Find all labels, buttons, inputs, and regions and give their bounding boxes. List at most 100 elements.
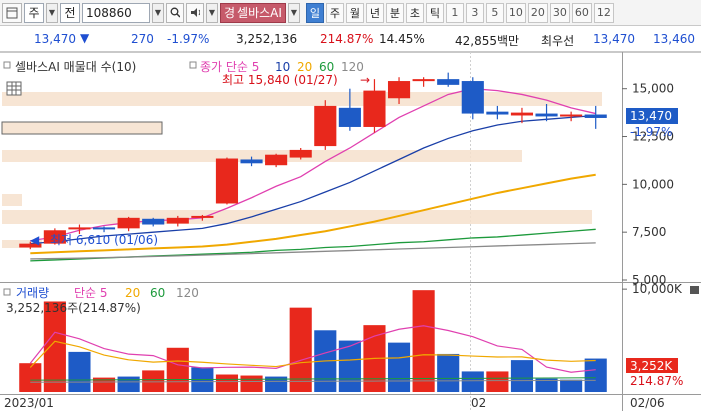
candle-body xyxy=(584,114,607,118)
volume-tick-label: 10,000K xyxy=(632,282,683,296)
window-icon[interactable] xyxy=(2,2,22,23)
price-change: 270 xyxy=(131,32,154,46)
volume-legend-ma120: 120 xyxy=(176,286,199,300)
volume-legend-ma5: 단순 5 xyxy=(74,286,108,300)
stock-code-input[interactable]: 108860 xyxy=(82,2,150,23)
search-icon[interactable] xyxy=(166,2,184,23)
volume-profile-band xyxy=(2,122,162,134)
type-select[interactable]: 전 xyxy=(60,2,80,23)
trade-amount: 42,855백만 xyxy=(455,34,520,48)
xaxis-label-start: 2023/01 xyxy=(4,396,54,410)
volume-bar xyxy=(437,353,460,392)
low-arrow-icon: ◀ xyxy=(30,233,40,247)
current-price-tag-text: 13,470 xyxy=(630,109,672,123)
legend-ma10: 10 xyxy=(275,60,290,74)
volume-bar xyxy=(560,379,583,392)
high-price-note: 최고 15,840 (01/27) xyxy=(222,73,338,87)
stock-name-caret-icon[interactable]: ▼ xyxy=(287,2,300,23)
period-tick[interactable]: 틱 xyxy=(425,2,444,23)
period-week[interactable]: 주 xyxy=(325,2,344,23)
candle-body xyxy=(166,217,189,224)
volume-bar xyxy=(142,370,165,392)
current-volume-pct-text: 214.87% xyxy=(630,374,683,388)
stock-chart[interactable]: 15,00012,50010,0007,5005,00010,000K 셀바스A… xyxy=(0,52,701,411)
high-arrow-icon: → xyxy=(360,73,370,87)
volume-bar xyxy=(461,371,484,392)
candle-body xyxy=(338,107,361,127)
volume-bar xyxy=(486,371,509,392)
period-minute[interactable]: 분 xyxy=(385,2,404,23)
market-select[interactable]: 주 xyxy=(24,2,44,23)
volume-panel-title: 거래량 xyxy=(16,286,49,300)
xaxis-label-end: 02/06 xyxy=(630,396,665,410)
candle-body xyxy=(240,159,263,164)
volume-ma-lines xyxy=(29,325,596,383)
volume-bar xyxy=(584,358,607,392)
price-change-pct: -1.97% xyxy=(167,32,210,46)
volume-profile-band xyxy=(2,92,602,106)
candle-body xyxy=(560,114,583,117)
market-caret-icon[interactable]: ▼ xyxy=(46,2,58,23)
volume-bar xyxy=(19,363,42,392)
interval-20[interactable]: 20 xyxy=(527,2,548,23)
candle-body xyxy=(265,154,288,166)
period-year[interactable]: 년 xyxy=(365,2,384,23)
candle-body xyxy=(117,217,140,229)
volume-ratio: 214.87% xyxy=(320,32,374,46)
stock-name-badge[interactable]: 경 셀바스AI xyxy=(220,2,286,23)
volume-profile-band xyxy=(2,194,22,206)
volume-legend-box-icon xyxy=(3,288,11,296)
candle-body xyxy=(510,112,534,116)
panel-maximize-icon[interactable] xyxy=(690,286,699,294)
speaker-caret-icon[interactable]: ▼ xyxy=(206,2,218,23)
candle-body xyxy=(461,81,484,114)
price-panel-title: 셀바스AI 매물대 수(10) xyxy=(15,60,136,74)
candle-body xyxy=(142,218,165,225)
volume-bar xyxy=(215,374,239,392)
low-price-note: 최저 6,610 (01/06) xyxy=(50,233,158,247)
candle-body xyxy=(412,79,435,82)
current-price: 13,470 xyxy=(34,32,76,46)
stock-name: 셀바스AI xyxy=(237,6,282,20)
volume-profile-band xyxy=(2,210,592,224)
interval-3[interactable]: 3 xyxy=(465,2,484,23)
candle-body xyxy=(535,113,558,117)
price-tick-label: 10,000 xyxy=(632,177,674,191)
current-pct-tag-text: -1.97% xyxy=(630,125,672,139)
period-month[interactable]: 월 xyxy=(345,2,364,23)
price-tick-label: 15,000 xyxy=(632,82,674,96)
interval-30[interactable]: 30 xyxy=(549,2,570,23)
candle-body xyxy=(289,149,312,158)
interval-60[interactable]: 60 xyxy=(571,2,592,23)
chart-settings-icon[interactable] xyxy=(6,81,22,96)
volume-bar xyxy=(43,301,66,392)
period-day[interactable]: 일 xyxy=(305,2,324,23)
price-tick-label: 7,500 xyxy=(632,225,666,239)
volume-ma5-line xyxy=(29,325,596,373)
candle-body xyxy=(314,105,337,147)
down-arrow-icon: ▼ xyxy=(80,31,90,45)
interval-1[interactable]: 1 xyxy=(445,2,464,23)
candle-body xyxy=(215,158,239,204)
candle-body xyxy=(486,111,509,115)
toolbar: 주 ▼ 전 108860 ▼ ▼ 경 셀바스AI ▼ 일 주 월 년 분 초 틱… xyxy=(0,0,701,26)
stock-code-caret-icon[interactable]: ▼ xyxy=(152,2,164,23)
xaxis-label-feb: 02 xyxy=(471,396,486,410)
current-volume-tag-text: 3,252K xyxy=(630,359,673,373)
interval-10[interactable]: 10 xyxy=(505,2,526,23)
candle-body xyxy=(68,227,91,230)
volume-bar xyxy=(166,347,189,392)
legend-box-icon xyxy=(3,61,11,69)
volume-bar xyxy=(412,290,435,392)
best-ask: 13,470 xyxy=(593,32,635,46)
volume-bar xyxy=(68,351,91,392)
candle-body xyxy=(437,79,460,85)
volume-bar xyxy=(387,342,411,392)
interval-120[interactable]: 12 xyxy=(593,2,614,23)
interval-5[interactable]: 5 xyxy=(485,2,504,23)
period-second[interactable]: 초 xyxy=(405,2,424,23)
volume-value: 3,252,136 xyxy=(236,32,298,46)
speaker-icon[interactable] xyxy=(186,2,204,23)
volume-bar xyxy=(117,376,140,392)
candle-body xyxy=(387,81,411,99)
